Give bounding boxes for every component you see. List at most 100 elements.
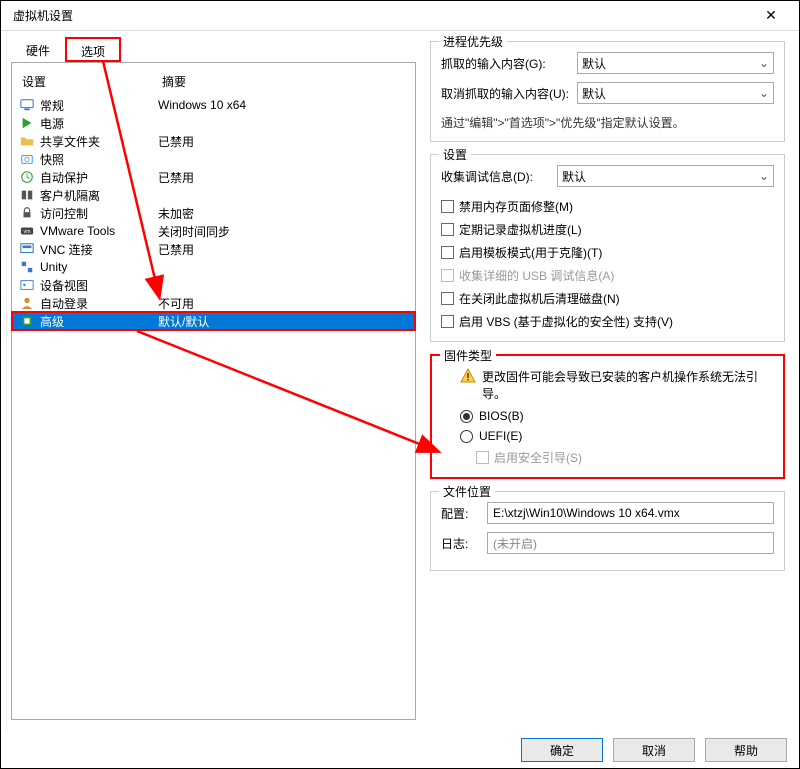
list-item-power[interactable]: 电源 — [12, 114, 415, 132]
list-item-unity[interactable]: Unity — [12, 258, 415, 276]
checkbox-icon — [441, 223, 454, 236]
clock-icon — [18, 169, 36, 185]
right-panel: 进程优先级 抓取的输入内容(G): 默认 取消抓取的输入内容(U): 默认 通过… — [424, 37, 789, 731]
row-label: 常规 — [40, 97, 158, 114]
cb-label: 在关闭此虚拟机后清理磁盘(N) — [459, 290, 620, 307]
tab-hardware[interactable]: 硬件 — [11, 37, 65, 62]
view-icon — [18, 277, 36, 293]
group-title: 设置 — [439, 146, 471, 163]
select-value: 默认 — [582, 85, 606, 102]
folder-icon — [18, 133, 36, 149]
list-item-appliance-view[interactable]: 设备视图 — [12, 276, 415, 294]
svg-text:vm: vm — [24, 229, 32, 235]
cb-label: 启用模板模式(用于克隆)(T) — [459, 244, 602, 261]
radio-icon — [460, 410, 473, 423]
row-label: Unity — [40, 260, 158, 274]
left-panel: 硬件 选项 设置 摘要 常规 Windows 10 x64 — [11, 37, 416, 731]
list-item-snapshots[interactable]: 快照 — [12, 150, 415, 168]
list-item-shared-folders[interactable]: 共享文件夹 已禁用 — [12, 132, 415, 150]
col-header-setting: 设置 — [22, 73, 162, 90]
cb-clean-row[interactable]: 在关闭此虚拟机后清理磁盘(N) — [441, 287, 774, 310]
row-summary: 不可用 — [158, 295, 409, 312]
list-item-autologin[interactable]: 自动登录 不可用 — [12, 294, 415, 312]
radio-label: BIOS(B) — [479, 409, 524, 423]
isolation-icon — [18, 187, 36, 203]
row-summary: 默认/默认 — [158, 313, 409, 330]
lock-icon — [18, 205, 36, 221]
cb-vbs-row[interactable]: 启用 VBS (基于虚拟化的安全性) 支持(V) — [441, 310, 774, 333]
main-area: 硬件 选项 设置 摘要 常规 Windows 10 x64 — [7, 31, 799, 731]
vmware-icon: vm — [18, 223, 36, 239]
radio-uefi[interactable]: UEFI(E) — [442, 426, 773, 446]
monitor-icon — [18, 97, 36, 113]
tab-options[interactable]: 选项 — [65, 37, 121, 62]
row-label: 访问控制 — [40, 205, 158, 222]
row-label: 自动保护 — [40, 169, 158, 186]
row-label: 快照 — [40, 151, 158, 168]
row-label: 客户机隔离 — [40, 187, 158, 204]
group-title: 进程优先级 — [439, 33, 507, 50]
select-value: 默认 — [582, 55, 606, 72]
checkbox-icon — [441, 315, 454, 328]
config-label: 配置: — [441, 505, 481, 522]
close-button[interactable]: ✕ — [751, 2, 791, 30]
chip-icon — [18, 313, 36, 329]
checkbox-icon — [441, 246, 454, 259]
row-summary: 已禁用 — [158, 169, 409, 186]
group-firmware: 固件类型 更改固件可能会导致已安装的客户机操作系统无法引导。 BIOS(B) U… — [430, 354, 785, 479]
list-item-advanced[interactable]: 高级 默认/默认 — [12, 312, 415, 330]
config-path-input[interactable]: E:\xtzj\Win10\Windows 10 x64.vmx — [487, 502, 774, 524]
row-summary: 关闭时间同步 — [158, 223, 409, 240]
list-item-general[interactable]: 常规 Windows 10 x64 — [12, 96, 415, 114]
firmware-warning: 更改固件可能会导致已安装的客户机操作系统无法引导。 — [442, 366, 773, 406]
row-label: 设备视图 — [40, 277, 158, 294]
grab-label: 抓取的输入内容(G): — [441, 55, 571, 72]
debug-select[interactable]: 默认 — [557, 165, 774, 187]
cb-mem-row[interactable]: 禁用内存页面修整(M) — [441, 195, 774, 218]
group-file-location: 文件位置 配置: E:\xtzj\Win10\Windows 10 x64.vm… — [430, 491, 785, 571]
vnc-icon — [18, 241, 36, 257]
list-item-vnc[interactable]: VNC 连接 已禁用 — [12, 240, 415, 258]
dialog-button-bar: 确定 取消 帮助 — [521, 738, 787, 762]
warning-icon — [460, 368, 476, 384]
user-icon — [18, 295, 36, 311]
grab-select[interactable]: 默认 — [577, 52, 774, 74]
ungrab-select[interactable]: 默认 — [577, 82, 774, 104]
checkbox-icon — [441, 200, 454, 213]
list-item-access-control[interactable]: 访问控制 未加密 — [12, 204, 415, 222]
row-summary: Windows 10 x64 — [158, 98, 409, 112]
checkbox-icon — [441, 269, 454, 282]
cb-usb-row: 收集详细的 USB 调试信息(A) — [441, 264, 774, 287]
checkbox-icon — [476, 451, 489, 464]
vm-settings-window: 虚拟机设置 ✕ 硬件 选项 — [0, 0, 800, 769]
list-item-vmware-tools[interactable]: vm VMware Tools 关闭时间同步 — [12, 222, 415, 240]
row-label: 高级 — [40, 313, 158, 330]
list-header: 设置 摘要 — [12, 71, 415, 96]
row-label: 电源 — [40, 115, 158, 132]
radio-bios[interactable]: BIOS(B) — [442, 406, 773, 426]
ungrab-label: 取消抓取的输入内容(U): — [441, 85, 571, 102]
log-path-input[interactable]: (未开启) — [487, 532, 774, 554]
radio-label: UEFI(E) — [479, 429, 522, 443]
cb-secure-boot: 启用安全引导(S) — [442, 446, 773, 469]
cb-label: 收集详细的 USB 调试信息(A) — [459, 267, 614, 284]
row-label: VMware Tools — [40, 224, 158, 238]
radio-icon — [460, 430, 473, 443]
row-summary: 未加密 — [158, 205, 409, 222]
window-title: 虚拟机设置 — [9, 7, 751, 24]
ok-button[interactable]: 确定 — [521, 738, 603, 762]
cb-label: 定期记录虚拟机进度(L) — [459, 221, 582, 238]
log-label: 日志: — [441, 535, 481, 552]
help-button[interactable]: 帮助 — [705, 738, 787, 762]
checkbox-icon — [441, 292, 454, 305]
list-item-autoprotect[interactable]: 自动保护 已禁用 — [12, 168, 415, 186]
cancel-button[interactable]: 取消 — [613, 738, 695, 762]
camera-icon — [18, 151, 36, 167]
row-summary: 已禁用 — [158, 241, 409, 258]
cb-template-row[interactable]: 启用模板模式(用于克隆)(T) — [441, 241, 774, 264]
priority-hint: 通过"编辑">"首选项">"优先级"指定默认设置。 — [441, 112, 774, 133]
list-item-guest-isolation[interactable]: 客户机隔离 — [12, 186, 415, 204]
cb-log-row[interactable]: 定期记录虚拟机进度(L) — [441, 218, 774, 241]
input-value: E:\xtzj\Win10\Windows 10 x64.vmx — [493, 506, 680, 520]
group-settings: 设置 收集调试信息(D): 默认 禁用内存页面修整(M) 定期记录虚拟机进度(L… — [430, 154, 785, 342]
